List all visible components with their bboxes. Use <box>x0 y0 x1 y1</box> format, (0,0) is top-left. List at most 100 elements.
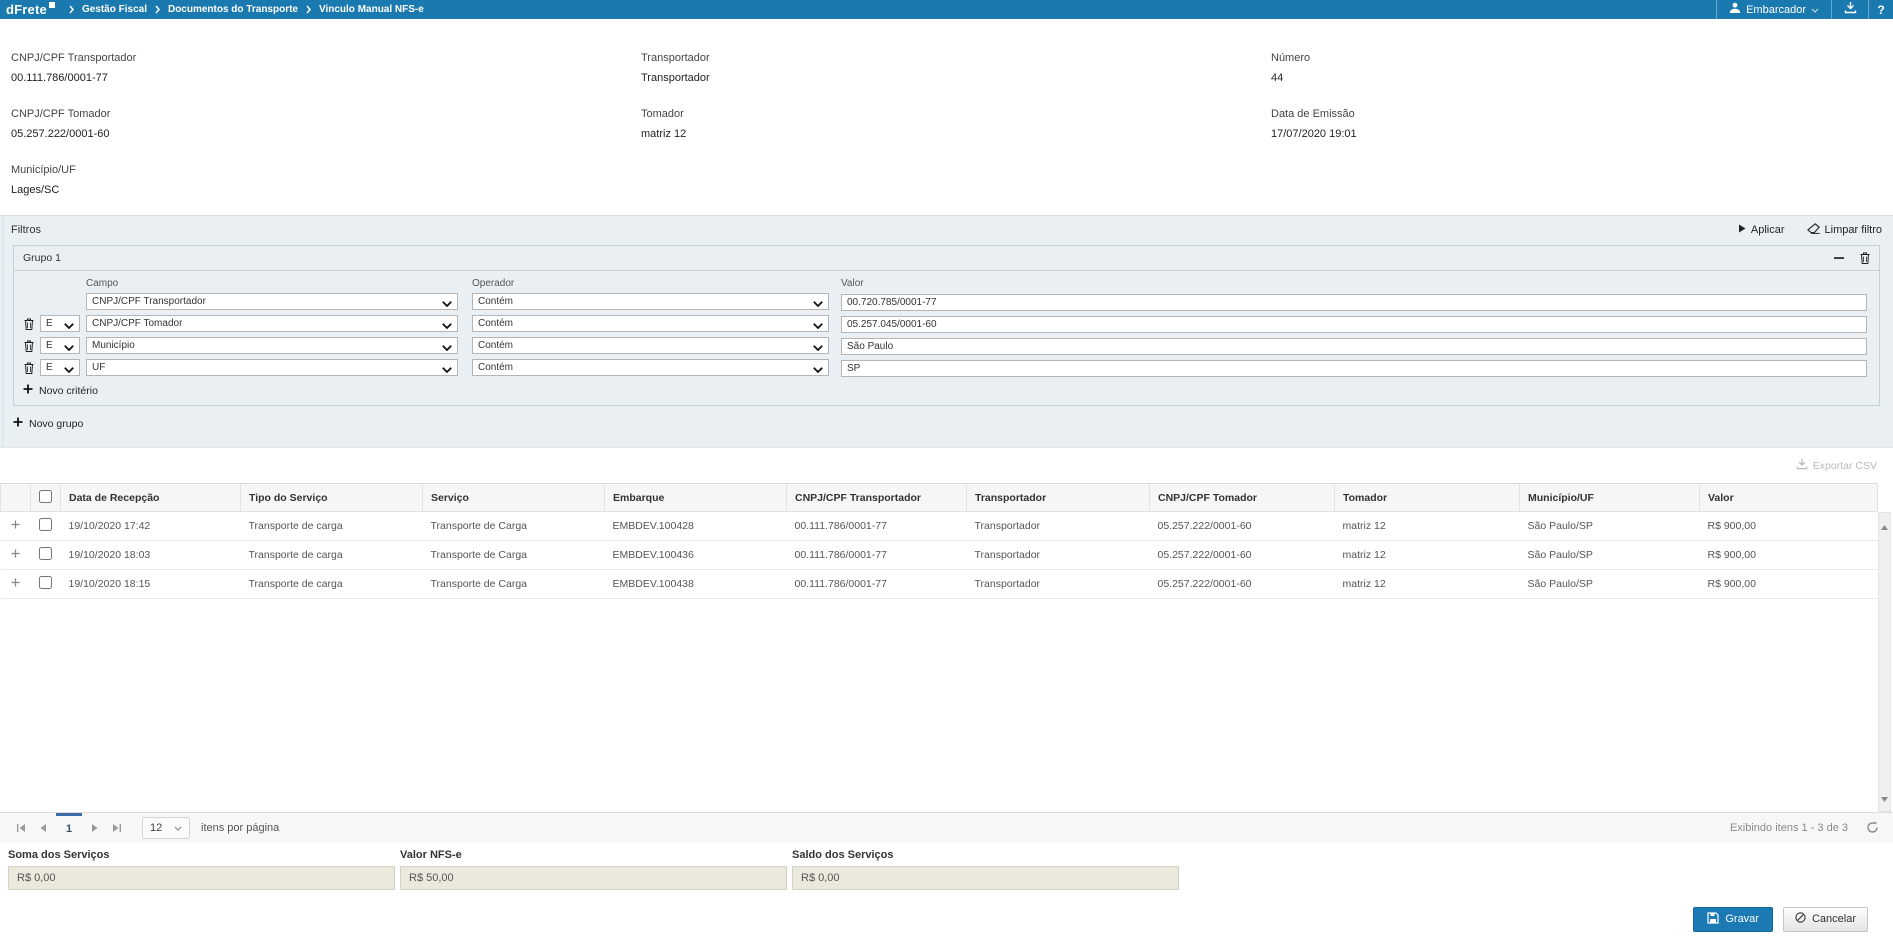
row-checkbox[interactable] <box>39 576 52 589</box>
connector-select-value: E <box>46 340 53 351</box>
operador-select[interactable]: Contém <box>472 293 829 310</box>
scroll-up-icon[interactable] <box>1881 517 1888 535</box>
info-field-tomador: Tomador matriz 12 <box>641 108 710 140</box>
row-checkbox[interactable] <box>39 518 52 531</box>
campo-select-value: CNPJ/CPF Transportador <box>92 296 206 307</box>
filter-group: Grupo 1 Campo Operador Valor CNPJ/CPF Tr… <box>13 245 1880 406</box>
connector-select[interactable]: E <box>40 337 80 354</box>
download-button[interactable] <box>1832 0 1868 19</box>
new-criterion-button[interactable]: Novo critério <box>23 384 1879 397</box>
column-header[interactable]: CNPJ/CPF Transportador <box>787 484 967 512</box>
operador-select[interactable]: Contém <box>472 315 829 332</box>
column-header[interactable]: Município/UF <box>1520 484 1700 512</box>
expand-row-button[interactable] <box>1 541 31 570</box>
select-all-header <box>31 484 61 512</box>
first-page-button[interactable] <box>10 817 32 839</box>
cancel-icon <box>1795 912 1806 926</box>
table-row[interactable]: 19/10/2020 17:42 Transporte de carga Tra… <box>1 512 1878 541</box>
page-number-button[interactable]: 1 <box>56 813 82 843</box>
delete-criterion-button[interactable] <box>20 362 38 374</box>
campo-select-value: UF <box>92 362 105 373</box>
column-header[interactable]: Tomador <box>1335 484 1520 512</box>
column-header[interactable]: Serviço <box>423 484 605 512</box>
row-checkbox[interactable] <box>39 547 52 560</box>
clear-filter-button[interactable]: Limpar filtro <box>1807 223 1882 237</box>
breadcrumb-item[interactable]: Gestão Fiscal <box>82 4 147 15</box>
breadcrumb-item[interactable]: Documentos do Transporte <box>168 4 298 15</box>
campo-select[interactable]: UF <box>86 359 458 376</box>
export-csv-button[interactable]: Exportar CSV <box>1813 460 1877 472</box>
chevron-right-icon <box>306 5 311 14</box>
app-window: dFrete Gestão Fiscal Documentos do Trans… <box>0 0 1893 940</box>
next-page-button[interactable] <box>84 817 106 839</box>
chevron-down-icon <box>64 321 74 332</box>
filter-row: E Município Contém <box>14 337 1879 354</box>
info-field-municipio-uf: Município/UF Lages/SC <box>11 164 136 196</box>
valor-input[interactable] <box>841 316 1867 333</box>
campo-select[interactable]: CNPJ/CPF Tomador <box>86 315 458 332</box>
operador-select[interactable]: Contém <box>472 337 829 354</box>
info-column-1: CNPJ/CPF Transportador 00.111.786/0001-7… <box>11 52 136 220</box>
select-all-checkbox[interactable] <box>39 490 52 503</box>
chevron-down-icon <box>442 321 452 332</box>
field-label: CNPJ/CPF Tomador <box>11 108 136 120</box>
delete-criterion-button[interactable] <box>20 318 38 330</box>
cell-valor: R$ 900,00 <box>1700 512 1878 541</box>
column-header[interactable]: Data de Recepção <box>61 484 241 512</box>
chevron-down-icon <box>442 365 452 376</box>
cell-embarque: EMBDEV.100438 <box>605 570 787 599</box>
breadcrumb: Gestão Fiscal Documentos do Transporte V… <box>69 4 424 15</box>
field-label: Número <box>1271 52 1357 64</box>
cell-municipio-uf: São Paulo/SP <box>1520 512 1700 541</box>
apply-filter-button[interactable]: Aplicar <box>1738 224 1785 236</box>
page-size-select[interactable]: 12 <box>142 817 190 839</box>
filter-row: E CNPJ/CPF Tomador Contém <box>14 315 1879 332</box>
valor-input[interactable] <box>841 294 1867 311</box>
column-header[interactable]: Transportador <box>967 484 1150 512</box>
cell-transportador: Transportador <box>967 570 1150 599</box>
delete-group-button[interactable] <box>1860 252 1870 264</box>
expand-row-button[interactable] <box>1 512 31 541</box>
table-row[interactable]: 19/10/2020 18:03 Transporte de carga Tra… <box>1 541 1878 570</box>
prev-page-button[interactable] <box>32 817 54 839</box>
app-logo[interactable]: dFrete <box>6 2 55 17</box>
campo-select[interactable]: CNPJ/CPF Transportador <box>86 293 458 310</box>
help-button[interactable]: ? <box>1869 0 1893 19</box>
cell-embarque: EMBDEV.100436 <box>605 541 787 570</box>
plus-icon <box>23 384 33 397</box>
export-row: Exportar CSV <box>0 448 1893 483</box>
collapse-group-button[interactable] <box>1834 253 1844 263</box>
info-field-cnpj-tomador: CNPJ/CPF Tomador 05.257.222/0001-60 <box>11 108 136 140</box>
column-header[interactable]: CNPJ/CPF Tomador <box>1150 484 1335 512</box>
cell-cnpj-transportador: 00.111.786/0001-77 <box>787 541 967 570</box>
user-menu[interactable]: Embarcador <box>1717 0 1831 19</box>
table-scrollbar[interactable] <box>1878 512 1891 812</box>
info-field-transportador: Transportador Transportador <box>641 52 710 84</box>
column-header[interactable]: Tipo do Serviço <box>241 484 423 512</box>
new-group-button[interactable]: Novo grupo <box>13 417 1893 430</box>
operador-select-value: Contém <box>478 296 513 307</box>
valor-input[interactable] <box>841 338 1867 355</box>
connector-select[interactable]: E <box>40 315 80 332</box>
table-row[interactable]: 19/10/2020 18:15 Transporte de carga Tra… <box>1 570 1878 599</box>
last-page-button[interactable] <box>106 817 128 839</box>
delete-criterion-button[interactable] <box>20 340 38 352</box>
scroll-down-icon[interactable] <box>1881 789 1888 807</box>
save-button[interactable]: Gravar <box>1693 907 1773 932</box>
connector-select[interactable]: E <box>40 359 80 376</box>
cell-servico: Transporte de Carga <box>423 541 605 570</box>
column-header[interactable]: Valor <box>1700 484 1878 512</box>
info-column-2: Transportador Transportador Tomador matr… <box>641 52 710 164</box>
column-header[interactable]: Embarque <box>605 484 787 512</box>
refresh-button[interactable] <box>1866 821 1879 834</box>
expand-row-button[interactable] <box>1 570 31 599</box>
filter-row: CNPJ/CPF Transportador Contém <box>14 293 1879 310</box>
valor-input[interactable] <box>841 360 1867 377</box>
app-logo-text: dFrete <box>6 2 47 17</box>
totals-field-saldo: Saldo dos Serviços <box>792 849 1179 899</box>
operador-select[interactable]: Contém <box>472 359 829 376</box>
cell-cnpj-transportador: 00.111.786/0001-77 <box>787 570 967 599</box>
cancel-button[interactable]: Cancelar <box>1783 907 1868 932</box>
campo-select[interactable]: Município <box>86 337 458 354</box>
cell-cnpj-tomador: 05.257.222/0001-60 <box>1150 541 1335 570</box>
